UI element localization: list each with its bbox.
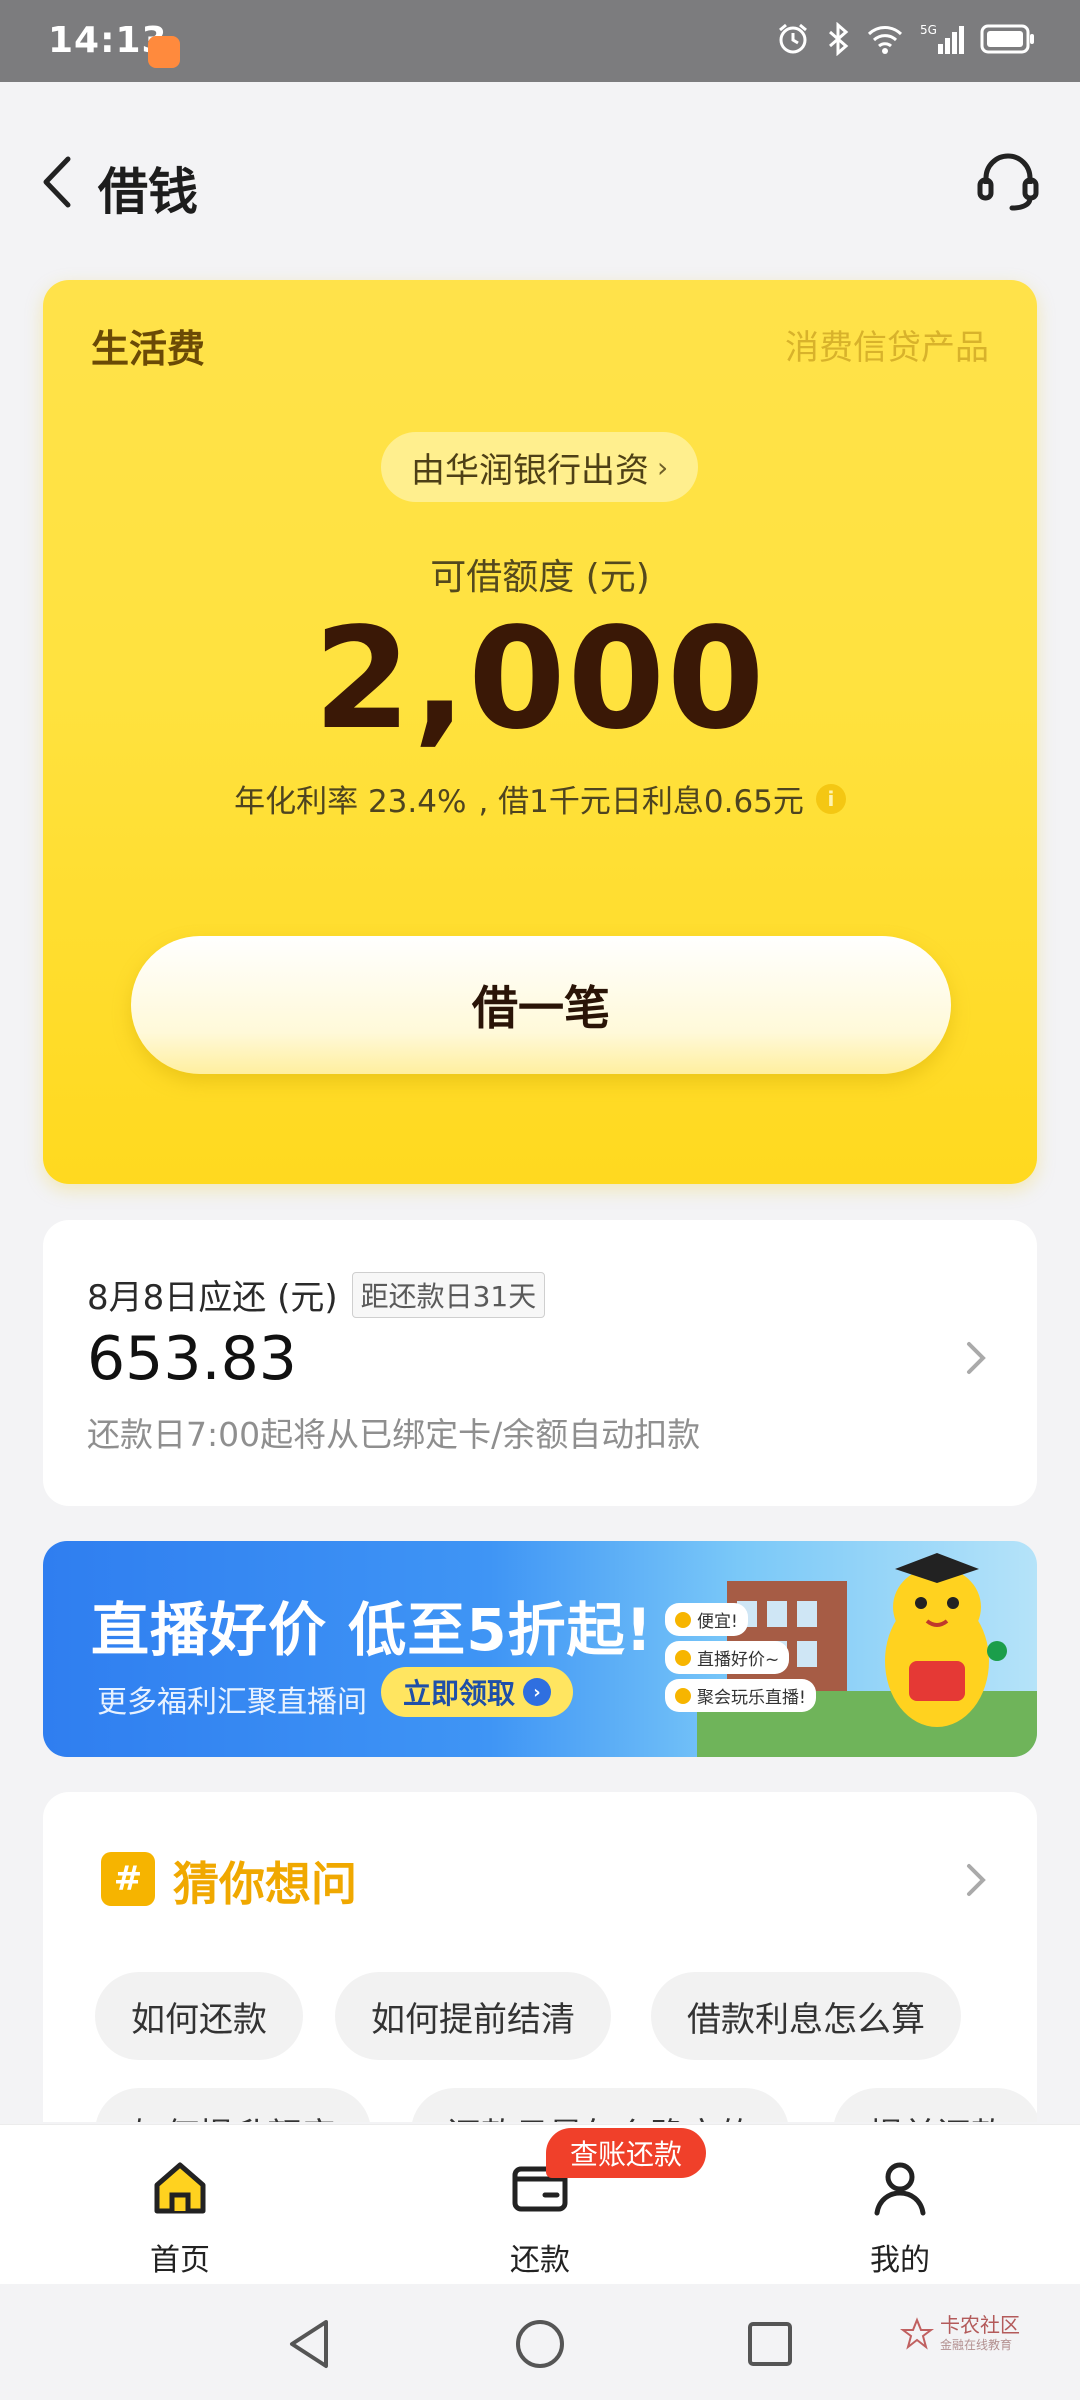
chevron-left-icon bbox=[43, 156, 71, 208]
chevron-right-icon[interactable] bbox=[965, 1862, 987, 1902]
faq-chip[interactable]: 提前还款 bbox=[833, 2088, 1037, 2122]
alarm-icon bbox=[779, 23, 807, 54]
signal-icon: 5G bbox=[920, 23, 964, 54]
repayment-note: 还款日7:00起将从已绑定卡/余额自动扣款 bbox=[87, 1415, 701, 1454]
banner-cta-label: 立即领取 bbox=[403, 1677, 516, 1710]
banner-bubble: 聚会玩乐直播! bbox=[665, 1679, 816, 1712]
system-recents-button[interactable] bbox=[740, 2314, 800, 2374]
faq-chip[interactable]: 如何还款 bbox=[95, 1972, 303, 2060]
bank-pill[interactable]: 由华润银行出资 › bbox=[381, 432, 699, 502]
promo-banner[interactable]: 直播好价 低至5折起! 更多福利汇聚直播间 立即领取 › 便宜! 直播好价~ 聚… bbox=[43, 1541, 1037, 1757]
nav-home[interactable]: 首页 bbox=[80, 2151, 280, 2279]
repayment-header: 8月8日应还 (元) 距还款日31天 bbox=[87, 1270, 546, 1319]
faq-chip[interactable]: 如何提前结清 bbox=[335, 1972, 611, 2060]
home-icon bbox=[80, 2151, 280, 2225]
banner-illustration: 便宜! 直播好价~ 聚会玩乐直播! bbox=[637, 1541, 1037, 1757]
due-tag: 距还款日31天 bbox=[351, 1271, 546, 1318]
banner-bubble-1-label: 便宜! bbox=[697, 1612, 738, 1632]
faq-title: 猜你想问 bbox=[173, 1857, 357, 1911]
watermark-logo-icon bbox=[900, 2316, 934, 2350]
hashtag-icon: # bbox=[101, 1852, 155, 1906]
svg-text:5G: 5G bbox=[920, 23, 937, 37]
watermark: 卡农社区 金融在线教育 bbox=[900, 2314, 1020, 2353]
repayment-card[interactable]: 8月8日应还 (元) 距还款日31天 653.83 还款日7:00起将从已绑定卡… bbox=[43, 1220, 1037, 1506]
system-back-button[interactable] bbox=[280, 2314, 340, 2374]
product-type: 消费信贷产品 bbox=[785, 328, 989, 368]
check-bill-badge[interactable]: 查账还款 bbox=[546, 2128, 707, 2178]
page-title: 借钱 bbox=[98, 163, 198, 221]
arrow-right-icon: › bbox=[523, 1678, 552, 1706]
faq-card: # 猜你想问 如何还款 如何提前结清 借款利息怎么算 如何提升额度 还款日是怎么… bbox=[43, 1792, 1037, 2122]
watermark-sub: 金融在线教育 bbox=[940, 2338, 1013, 2352]
circle-home-icon bbox=[516, 2320, 564, 2368]
chevron-right-icon: › bbox=[657, 450, 669, 484]
customer-service-button[interactable] bbox=[974, 148, 1042, 216]
system-nav-bar: 卡农社区 金融在线教育 bbox=[0, 2284, 1080, 2400]
nav-profile[interactable]: 我的 bbox=[800, 2151, 1000, 2279]
repayment-amount: 653.83 bbox=[87, 1324, 297, 1394]
wifi-icon bbox=[867, 26, 903, 54]
rate-line: 年化利率 23.4% , 借1千元日利息0.65元 i bbox=[43, 776, 1037, 821]
nav-repay-label: 还款 bbox=[510, 2243, 570, 2278]
system-home-button[interactable] bbox=[510, 2314, 570, 2374]
banner-cta-button[interactable]: 立即领取 › bbox=[381, 1667, 574, 1717]
rate-prefix: 年化利率 23.4% bbox=[234, 784, 467, 820]
faq-chip[interactable]: 还款日是怎么确定的 bbox=[411, 2088, 789, 2122]
banner-subtitle: 更多福利汇聚直播间 bbox=[97, 1685, 367, 1720]
limit-value: 2,000 bbox=[313, 598, 767, 761]
square-recents-icon bbox=[748, 2322, 792, 2366]
product-name: 生活费 bbox=[91, 327, 206, 371]
banner-bubble: 便宜! bbox=[665, 1603, 748, 1636]
bluetooth-icon bbox=[829, 22, 849, 56]
triangle-back-icon bbox=[290, 2320, 328, 2368]
limit-label: 可借额度 (元) bbox=[430, 557, 650, 598]
info-icon[interactable]: i bbox=[815, 783, 846, 814]
nav-profile-label: 我的 bbox=[870, 2243, 930, 2278]
credit-card: 生活费 消费信贷产品 由华润银行出资 › 可借额度 (元) 2,000 年化利率… bbox=[43, 280, 1037, 1184]
borrow-button[interactable]: 借一笔 bbox=[131, 936, 951, 1074]
battery-icon bbox=[980, 24, 1034, 54]
user-icon bbox=[800, 2151, 1000, 2225]
banner-bubble: 直播好价~ bbox=[665, 1641, 790, 1674]
header: 借钱 bbox=[0, 82, 1080, 278]
banner-title: 直播好价 低至5折起! bbox=[91, 1596, 654, 1664]
bank-pill-label: 由华润银行出资 bbox=[411, 450, 649, 491]
status-icons: 5G bbox=[776, 22, 1036, 56]
watermark-text: 卡农社区 bbox=[940, 2313, 1020, 2337]
bottom-nav: 首页 还款 我的 bbox=[0, 2124, 1080, 2284]
banner-bubble-2-label: 直播好价~ bbox=[697, 1650, 780, 1670]
back-button[interactable] bbox=[40, 152, 84, 212]
faq-chip[interactable]: 借款利息怎么算 bbox=[651, 1972, 961, 2060]
status-bar: 14:13 5G bbox=[0, 0, 1080, 82]
banner-bubble-3-label: 聚会玩乐直播! bbox=[697, 1688, 806, 1708]
chevron-right-icon bbox=[965, 1340, 987, 1380]
faq-chip[interactable]: 如何提升额度 bbox=[95, 2088, 371, 2122]
nav-home-label: 首页 bbox=[150, 2243, 210, 2278]
app-notification-icon bbox=[148, 36, 180, 68]
rate-suffix: , 借1千元日利息0.65元 bbox=[478, 784, 804, 820]
repayment-label: 8月8日应还 (元) bbox=[87, 1278, 338, 1318]
headset-icon bbox=[977, 153, 1039, 211]
